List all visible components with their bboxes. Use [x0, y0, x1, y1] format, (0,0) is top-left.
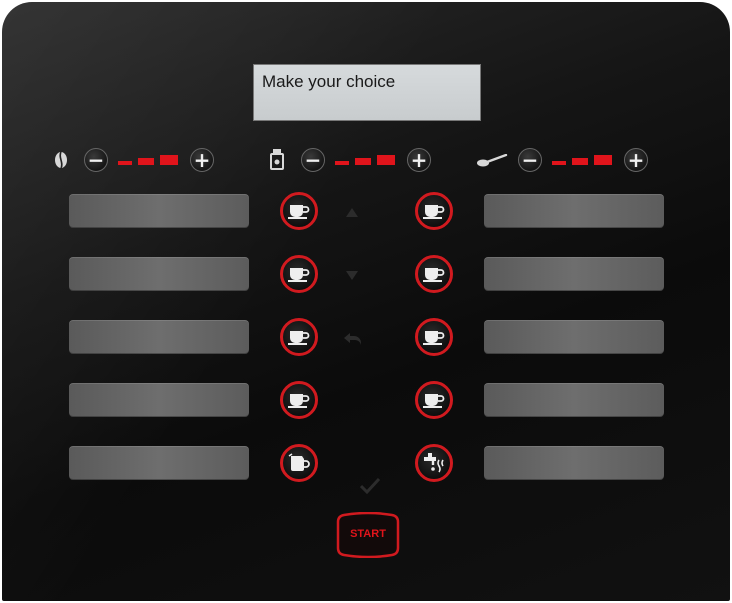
milk-jug-icon	[269, 148, 285, 174]
sugar-amount-control: − +	[476, 147, 656, 173]
down-arrow-icon[interactable]	[346, 271, 358, 280]
right-label-slot-1	[484, 194, 664, 228]
milk-amount-minus-button[interactable]: −	[301, 148, 325, 172]
milk-amount-plus-button[interactable]: +	[407, 148, 431, 172]
left-drink-button-5[interactable]	[280, 444, 318, 482]
right-drink-button-3[interactable]	[415, 318, 453, 356]
bean-strength-level-bars	[118, 155, 182, 166]
minus-icon: −	[521, 148, 539, 172]
right-drink-button-5[interactable]	[415, 444, 453, 482]
cup-icon	[423, 331, 445, 345]
level-bar-3	[377, 155, 395, 165]
control-panel: Make your choice − + − + − + START	[2, 2, 730, 601]
back-arrow-icon[interactable]	[344, 333, 362, 345]
left-label-slot-1	[69, 194, 249, 228]
level-bar-3	[160, 155, 178, 165]
level-bar-1	[552, 161, 566, 165]
right-drink-button-4[interactable]	[415, 381, 453, 419]
jug-icon	[288, 453, 310, 471]
milk-amount-level-bars	[335, 155, 399, 166]
left-label-slot-4	[69, 383, 249, 417]
level-bar-3	[594, 155, 612, 165]
left-label-slot-3	[69, 320, 249, 354]
level-bar-2	[572, 158, 588, 165]
left-label-slot-2	[69, 257, 249, 291]
right-label-slot-2	[484, 257, 664, 291]
left-drink-button-1[interactable]	[280, 192, 318, 230]
right-label-slot-3	[484, 320, 664, 354]
coffee-bean-icon	[54, 151, 68, 173]
sugar-amount-level-bars	[552, 155, 616, 166]
start-label: START	[350, 528, 386, 540]
right-drink-button-1[interactable]	[415, 192, 453, 230]
milk-amount-control: − +	[267, 147, 437, 173]
lcd-display: Make your choice	[253, 64, 481, 121]
level-bar-2	[355, 158, 371, 165]
cup-icon	[288, 331, 310, 345]
sugar-amount-plus-button[interactable]: +	[624, 148, 648, 172]
cup-icon	[423, 268, 445, 282]
left-label-slot-5	[69, 446, 249, 480]
minus-icon: −	[304, 148, 322, 172]
display-message: Make your choice	[262, 72, 396, 91]
checkmark-icon[interactable]	[360, 478, 380, 494]
cup-icon	[288, 205, 310, 219]
sugar-spoon-icon	[476, 153, 508, 172]
left-drink-button-2[interactable]	[280, 255, 318, 293]
left-drink-button-4[interactable]	[280, 381, 318, 419]
cup-icon	[423, 394, 445, 408]
bean-strength-plus-button[interactable]: +	[190, 148, 214, 172]
left-drink-button-3[interactable]	[280, 318, 318, 356]
cup-icon	[288, 394, 310, 408]
up-arrow-icon[interactable]	[346, 208, 358, 217]
start-button[interactable]: START	[336, 512, 400, 558]
hot-water-tap-icon	[424, 453, 444, 473]
plus-icon: +	[410, 148, 428, 172]
plus-icon: +	[193, 148, 211, 172]
level-bar-1	[335, 161, 349, 165]
level-bar-2	[138, 158, 154, 165]
minus-icon: −	[87, 148, 105, 172]
bean-strength-control: − +	[52, 147, 222, 173]
right-label-slot-4	[484, 383, 664, 417]
bean-strength-minus-button[interactable]: −	[84, 148, 108, 172]
cup-icon	[288, 268, 310, 282]
level-bar-1	[118, 161, 132, 165]
cup-icon	[423, 205, 445, 219]
right-drink-button-2[interactable]	[415, 255, 453, 293]
right-label-slot-5	[484, 446, 664, 480]
plus-icon: +	[627, 148, 645, 172]
sugar-amount-minus-button[interactable]: −	[518, 148, 542, 172]
